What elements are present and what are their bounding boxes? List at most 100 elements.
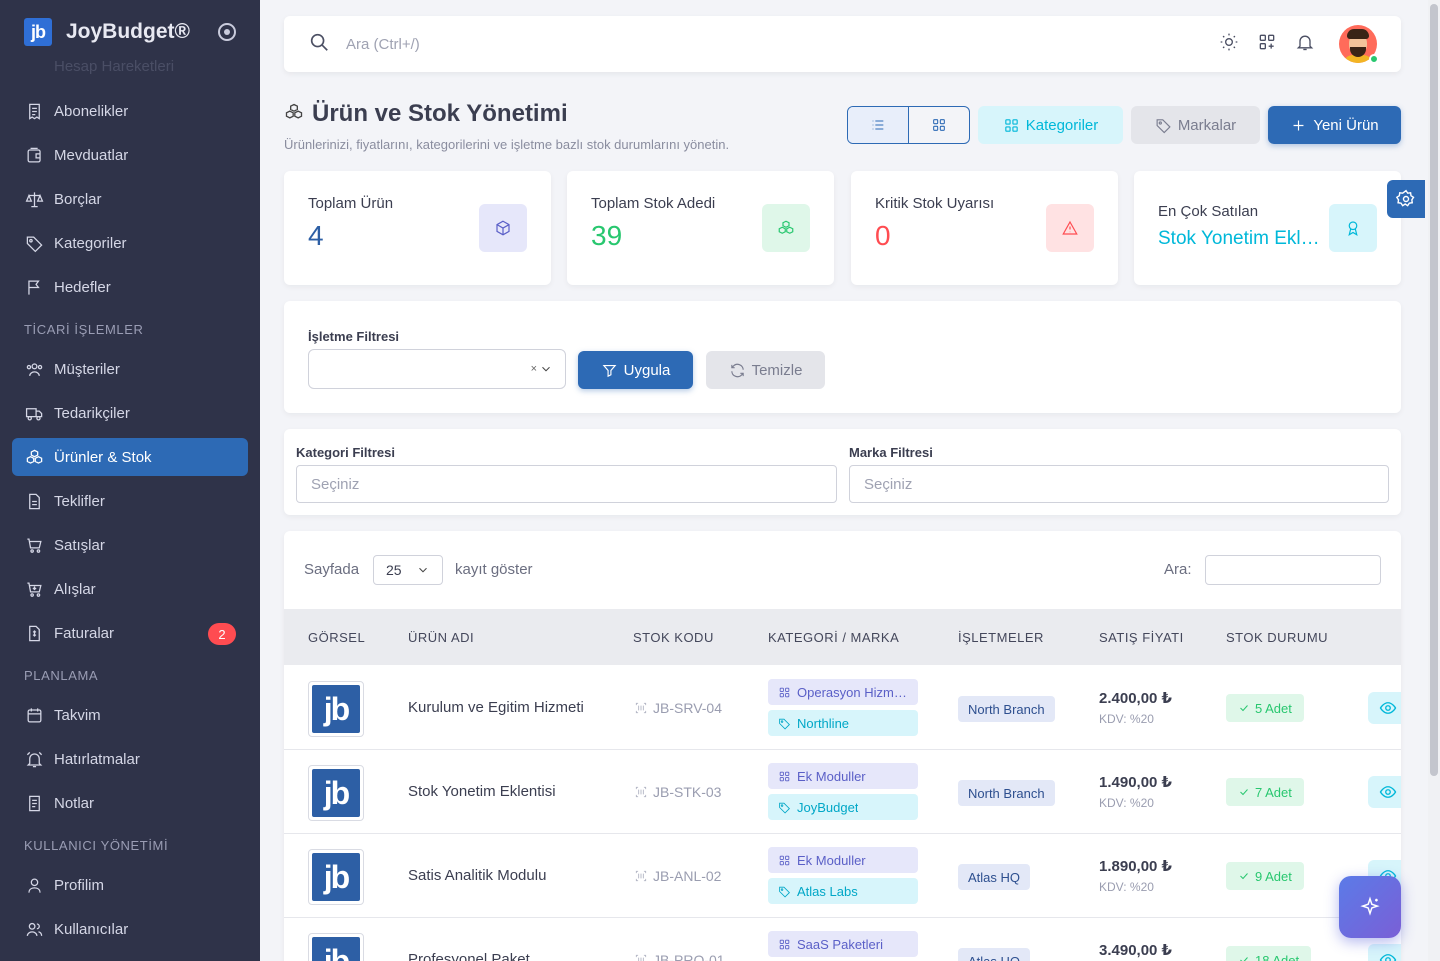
view-product-button[interactable] [1368, 776, 1401, 808]
bell-icon[interactable] [1295, 32, 1315, 57]
sidebar-item-urunler-stok[interactable]: Ürünler & Stok [12, 438, 248, 476]
sidebar-section-ticari: TİCARİ İŞLEMLER [24, 321, 144, 337]
kategori-filter-input[interactable] [296, 465, 837, 503]
th-kategori-marka[interactable]: KATEGORİ / MARKA [768, 630, 899, 645]
global-search-input[interactable] [346, 35, 746, 53]
markalar-button[interactable]: Markalar [1131, 106, 1260, 144]
theme-settings-button[interactable] [1387, 180, 1425, 218]
th-gorsel[interactable]: GÖRSEL [308, 630, 365, 645]
eye-icon [1379, 786, 1397, 798]
list-icon [872, 120, 884, 130]
sidebar-item-profilim[interactable]: Profilim [12, 866, 248, 904]
th-satis-fiyati[interactable]: SATIŞ FİYATI [1099, 630, 1184, 645]
sidebar-item-kullanicilar[interactable]: Kullanıcılar [12, 910, 248, 948]
apps-grid-icon[interactable] [1257, 32, 1277, 57]
sidebar-item-borclar[interactable]: Borçlar [12, 180, 248, 218]
award-icon [1329, 204, 1377, 252]
sidebar-item-mevduatlar[interactable]: Mevduatlar [12, 136, 248, 174]
sidebar-item-label: Satışlar [54, 536, 105, 554]
search-icon[interactable] [308, 31, 330, 58]
clear-icon[interactable]: × [531, 363, 537, 375]
category-text: Ek Moduller [797, 852, 866, 868]
page-length-value: 25 [386, 562, 402, 578]
table-row: jb Stok Yonetim Eklentisi JB-STK-03 Ek M… [284, 750, 1401, 834]
th-isletmeler[interactable]: İŞLETMELER [958, 630, 1044, 645]
table-row: jb Profesyonel Paket JB-PRO-01 SaaS Pake… [284, 918, 1401, 961]
sidebar-item-satislar[interactable]: Satışlar [12, 526, 248, 564]
sidebar-item-teklifler[interactable]: Teklifler [12, 482, 248, 520]
stock-status-text: 5 Adet [1255, 700, 1292, 716]
product-thumbnail: jb [308, 933, 364, 961]
kategoriler-button[interactable]: Kategoriler [978, 106, 1123, 144]
sidebar-item-alislar[interactable]: Alışlar [12, 570, 248, 608]
isletme-filter-select[interactable]: × [308, 349, 566, 389]
yeni-urun-button[interactable]: Yeni Ürün [1268, 106, 1401, 144]
table-search-label: Ara: [1164, 561, 1192, 578]
boxes-icon [284, 102, 304, 127]
list-view-button[interactable] [848, 107, 908, 143]
brand[interactable]: jb JoyBudget® [0, 0, 260, 64]
product-thumbnail-logo: jb [312, 685, 360, 733]
stat-en-cok-satilan: En Çok Satılan Stok Yonetim Eklentisi [1134, 171, 1401, 285]
grid-view-button[interactable] [908, 107, 969, 143]
kategori-filter-label: Kategori Filtresi [296, 445, 395, 460]
sidebar-item-faturalar[interactable]: Faturalar 2 [12, 614, 248, 652]
uygula-button[interactable]: Uygula [578, 351, 693, 389]
stock-code: JB-PRO-01 [634, 952, 725, 961]
category-chip: Ek Moduller [768, 847, 918, 873]
ai-assistant-button[interactable] [1339, 876, 1401, 938]
user-avatar-wrap[interactable] [1333, 25, 1379, 64]
page-title-row: Ürün ve Stok Yönetimi [284, 100, 568, 128]
sidebar-item-hatirlatmalar[interactable]: Hatırlatmalar [12, 740, 248, 778]
kategoriler-button-label: Kategoriler [1025, 116, 1099, 134]
sidebar-item-label: Alışlar [54, 580, 96, 598]
table-search-input[interactable] [1205, 555, 1381, 585]
stock-code-text: JB-ANL-02 [653, 868, 722, 884]
th-stok-durumu[interactable]: STOK DURUMU [1226, 630, 1328, 645]
page-scrollbar[interactable] [1428, 0, 1440, 961]
yeni-urun-button-label: Yeni Ürün [1313, 116, 1379, 134]
sale-price: 1.490,00 ₺ [1099, 774, 1172, 791]
sidebar-item-abonelikler[interactable]: Abonelikler [12, 92, 248, 130]
page-length-select[interactable]: 25 [373, 555, 443, 585]
table-header: GÖRSEL ÜRÜN ADI STOK KODU KATEGORİ / MAR… [284, 609, 1401, 665]
faturalar-badge: 2 [208, 623, 236, 645]
sidebar-item-hesap-hareketleri[interactable]: Hesap Hareketleri [54, 58, 174, 78]
isletme-filter-card: İşletme Filtresi × [284, 301, 1401, 413]
sidebar-item-musteriler[interactable]: Müşteriler [12, 350, 248, 388]
sidebar-item-hedefler[interactable]: Hedefler [12, 268, 248, 306]
uygula-button-label: Uygula [623, 361, 671, 379]
sidebar-item-tedarikciler[interactable]: Tedarikçiler [12, 394, 248, 432]
scrollbar-thumb[interactable] [1430, 4, 1438, 776]
th-stok-kodu[interactable]: STOK KODU [633, 630, 714, 645]
product-thumbnail: jb [308, 765, 364, 821]
sidebar-item-notlar[interactable]: Notlar [12, 784, 248, 822]
sale-price: 1.890,00 ₺ [1099, 858, 1172, 875]
view-product-button[interactable] [1368, 692, 1401, 724]
sale-price: 2.400,00 ₺ [1099, 690, 1172, 707]
th-urun-adi[interactable]: ÜRÜN ADI [408, 630, 474, 645]
check-icon [1240, 705, 1248, 712]
topbar-actions [1219, 25, 1379, 64]
tag-icon [24, 233, 44, 253]
stock-status-text: 7 Adet [1255, 784, 1292, 800]
sidebar-item-takvim[interactable]: Takvim [12, 696, 248, 734]
refresh-icon [730, 363, 744, 377]
view-toggle [847, 106, 970, 144]
product-thumbnail-logo: jb [312, 769, 360, 817]
marka-filter-input[interactable] [849, 465, 1389, 503]
sun-icon[interactable] [1219, 32, 1239, 57]
sidebar-item-kategoriler[interactable]: Kategoriler [12, 224, 248, 262]
topbar [284, 16, 1401, 72]
temizle-button-label: Temizle [751, 361, 803, 379]
cart-down-icon [24, 579, 44, 599]
file-icon [24, 491, 44, 511]
sidebar-item-label: Mevduatlar [54, 146, 129, 164]
select-controls: × [531, 362, 553, 376]
temizle-button[interactable]: Temizle [706, 351, 825, 389]
view-product-button[interactable] [1368, 944, 1401, 961]
stock-code-text: JB-SRV-04 [653, 700, 722, 716]
boxes-icon [24, 447, 44, 467]
sidebar-toggle-icon[interactable] [218, 23, 236, 41]
stock-status-badge: 18 Adet [1226, 946, 1312, 961]
